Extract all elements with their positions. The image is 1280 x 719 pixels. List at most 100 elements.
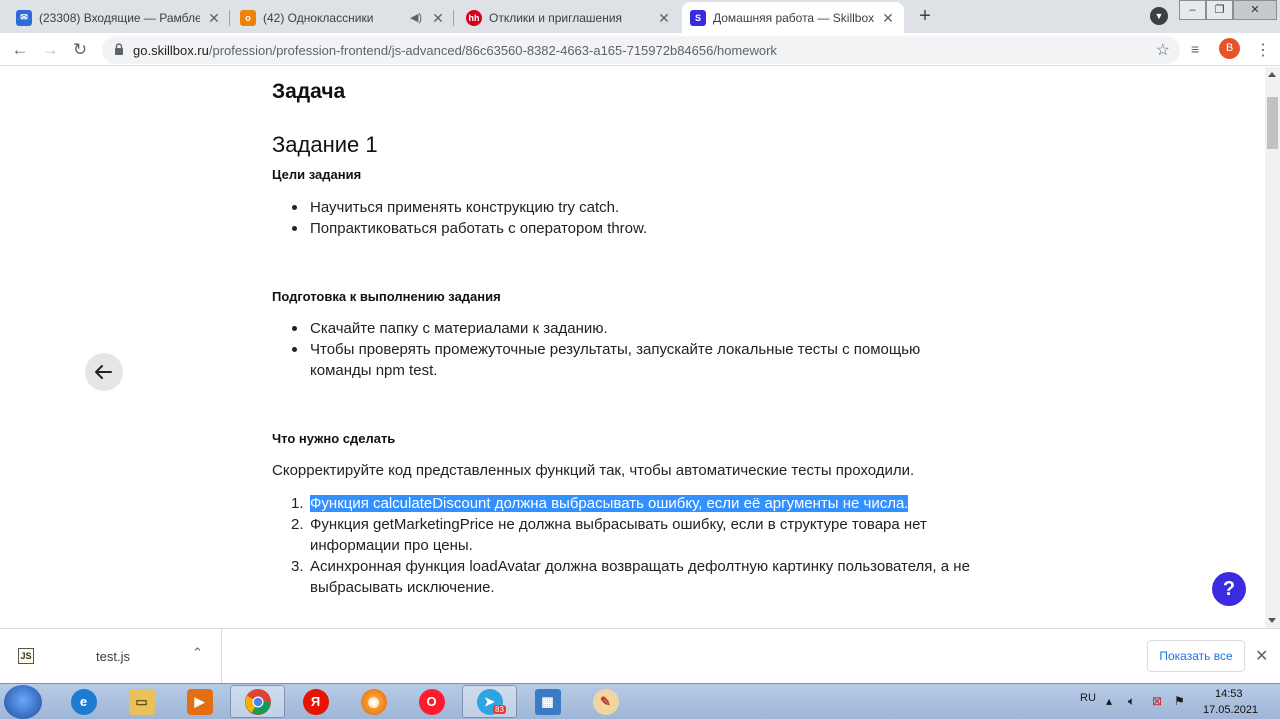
back-button[interactable] <box>85 353 123 391</box>
windows-taskbar: e ▭ ▶ Я ◉ O ➤ 83 ▦ ✎ RU ▴ 🔈︎ ⊠ ⚑ 14:53 1… <box>0 683 1280 719</box>
arrow-left-icon <box>95 365 112 379</box>
tab-rambler-mail[interactable]: ✉ (23308) Входящие — Рамблер/п ✕ <box>8 2 230 33</box>
scroll-thumb[interactable] <box>1267 97 1278 149</box>
url-text[interactable]: go.skillbox.ru/profession/profession-fro… <box>133 43 777 58</box>
mail-icon: ✉ <box>16 9 32 26</box>
network-error-icon[interactable]: ⊠ <box>1152 694 1162 708</box>
reading-list-icon[interactable]: ≡ <box>1191 41 1199 57</box>
volume-icon[interactable]: 🔈︎ <box>1128 694 1135 709</box>
tab-hh[interactable]: hh Отклики и приглашения ✕ <box>458 2 680 33</box>
tab-odnoklassniki[interactable]: о (42) Одноклассники ◀) ✕ <box>232 2 454 33</box>
scroll-down-arrow-icon[interactable] <box>1268 618 1276 623</box>
scroll-up-arrow-icon[interactable] <box>1268 72 1276 77</box>
show-all-downloads-button[interactable]: Показать все <box>1147 640 1245 672</box>
url-path: /profession/profession-frontend/js-advan… <box>208 43 777 58</box>
item-number: 1. <box>291 495 304 512</box>
list-item: Научиться применять конструкцию try catc… <box>272 197 647 218</box>
page-scrollbar[interactable] <box>1265 67 1280 628</box>
chevron-up-icon[interactable]: ⌃ <box>192 645 203 661</box>
close-icon[interactable]: ✕ <box>656 10 672 26</box>
tab-title: Домашняя работа — Skillbox <box>713 10 874 25</box>
language-indicator[interactable]: RU <box>1080 692 1096 704</box>
menu-dots-icon[interactable]: ⋮ <box>1255 40 1271 60</box>
close-icon[interactable]: ✕ <box>1255 646 1268 666</box>
list-item: Чтобы проверять промежуточные результаты… <box>272 339 920 381</box>
prep-heading: Подготовка к выполнению задания <box>272 289 501 304</box>
speaker-icon[interactable]: ◀) <box>408 10 424 26</box>
chrome-logo-icon <box>244 688 271 715</box>
lock-icon <box>115 43 123 55</box>
forward-arrow-icon[interactable]: → <box>37 37 63 63</box>
todo-intro: Скорректируйте код представленных функци… <box>272 462 915 479</box>
chrome-icon[interactable] <box>230 685 285 718</box>
js-file-icon: JS <box>18 648 34 664</box>
todo-list: 1. Функция calculateDiscount должна выбр… <box>272 493 970 598</box>
list-item-line: Чтобы проверять промежуточные результаты… <box>310 341 921 358</box>
firefox-icon[interactable]: ◉ <box>346 685 401 718</box>
list-item-line: команды npm test. <box>310 362 438 379</box>
tab-search-icon[interactable]: ▼ <box>1150 7 1168 25</box>
tab-title: (23308) Входящие — Рамблер/п <box>39 10 200 25</box>
goals-list: Научиться применять конструкцию try catc… <box>272 197 647 239</box>
task-title: Задание 1 <box>272 132 378 157</box>
odnoklassniki-icon: о <box>240 9 256 26</box>
telegram-icon[interactable]: ➤ 83 <box>462 685 517 718</box>
close-icon[interactable]: ✕ <box>430 10 446 26</box>
todo-heading: Что нужно сделать <box>272 431 396 446</box>
tray-expand-icon[interactable]: ▴ <box>1106 694 1112 708</box>
yandex-browser-icon[interactable]: Я <box>288 685 343 718</box>
list-item: Скачайте папку с материалами к заданию. <box>272 318 920 339</box>
bookmark-star-icon[interactable]: ☆ <box>1156 40 1170 60</box>
tab-separator <box>453 10 454 26</box>
prep-list: Скачайте папку с материалами к заданию. … <box>272 318 920 381</box>
media-player-icon[interactable]: ▶ <box>172 685 227 718</box>
help-button[interactable]: ? <box>1212 572 1246 606</box>
list-item: 1. Функция calculateDiscount должна выбр… <box>272 493 970 514</box>
url-host: go.skillbox.ru <box>133 43 209 58</box>
close-icon[interactable]: ✕ <box>206 10 222 26</box>
page-content: Задача Задание 1 Цели задания Научиться … <box>0 67 1265 628</box>
tab-title: Отклики и приглашения <box>489 10 623 25</box>
clock-date[interactable]: 17.05.2021 <box>1203 704 1258 716</box>
paint-icon[interactable]: ✎ <box>578 685 633 718</box>
list-item-line: Асинхронная функция loadAvatar должна во… <box>310 558 970 575</box>
list-item: 3. Асинхронная функция loadAvatar должна… <box>272 556 970 598</box>
close-icon[interactable]: ✕ <box>880 10 896 26</box>
tab-separator <box>229 10 230 26</box>
browser-toolbar: ← → ↻ go.skillbox.ru/profession/professi… <box>0 33 1280 66</box>
reload-icon[interactable]: ↻ <box>67 37 93 63</box>
tab-strip: ✉ (23308) Входящие — Рамблер/п ✕ о (42) … <box>0 0 1280 33</box>
profile-avatar[interactable]: B <box>1219 38 1240 59</box>
photo-viewer-icon[interactable]: ▦ <box>520 685 575 718</box>
file-explorer-icon[interactable]: ▭ <box>114 685 169 718</box>
action-center-icon[interactable]: ⚑ <box>1174 694 1185 708</box>
page-title: Задача <box>272 80 346 103</box>
download-bar: JS test.js ⌃ Показать все ✕ <box>0 628 1280 684</box>
tab-title: (42) Одноклассники <box>263 10 374 25</box>
new-tab-button[interactable]: + <box>912 4 938 30</box>
list-item-line: Функция getMarketingPrice не должна выбр… <box>310 516 927 533</box>
list-item-line: информации про цены. <box>310 537 473 554</box>
tab-skillbox[interactable]: S Домашняя работа — Skillbox ✕ <box>682 2 904 33</box>
hh-icon: hh <box>466 9 482 26</box>
maximize-button[interactable]: ❐ <box>1206 0 1233 20</box>
opera-icon[interactable]: O <box>404 685 459 718</box>
item-number: 2. <box>291 516 304 533</box>
start-button[interactable] <box>4 685 42 719</box>
item-number: 3. <box>291 558 304 575</box>
close-window-button[interactable]: ✕ <box>1233 0 1277 20</box>
back-arrow-icon[interactable]: ← <box>7 37 33 63</box>
list-item-line: выбрасывать исключение. <box>310 579 495 596</box>
minimize-button[interactable]: – <box>1179 0 1206 20</box>
list-item: Попрактиковаться работать с оператором t… <box>272 218 647 239</box>
skillbox-icon: S <box>690 9 706 26</box>
download-file-name: test.js <box>96 649 130 664</box>
internet-explorer-icon[interactable]: e <box>56 685 111 718</box>
telegram-badge: 83 <box>493 705 506 714</box>
list-item: 2. Функция getMarketingPrice не должна в… <box>272 514 970 556</box>
clock-time[interactable]: 14:53 <box>1215 688 1243 700</box>
goals-heading: Цели задания <box>272 167 362 182</box>
address-bar[interactable]: go.skillbox.ru/profession/profession-fro… <box>102 36 1180 64</box>
selected-text: Функция calculateDiscount должна выбрасы… <box>310 495 909 512</box>
download-item[interactable]: JS test.js ⌃ <box>0 629 222 684</box>
